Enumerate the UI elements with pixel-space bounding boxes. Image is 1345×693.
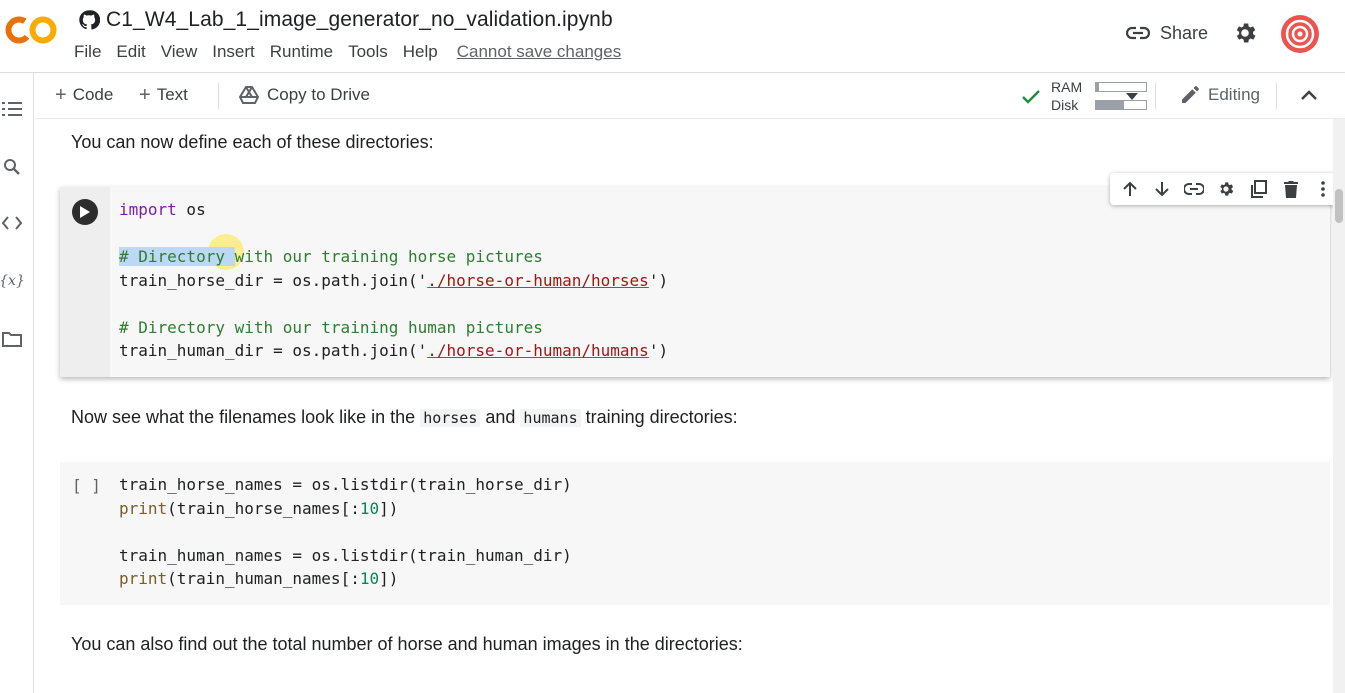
disk-usage-fill (1096, 101, 1124, 109)
copy-to-drive-label: Copy to Drive (267, 85, 370, 104)
cell-settings-gear-icon[interactable] (1215, 178, 1237, 200)
disk-usage-bar (1095, 100, 1147, 110)
settings-gear-icon[interactable] (1232, 20, 1258, 46)
left-sidebar: {x} (0, 73, 34, 693)
code-editor[interactable]: train_horse_names = os.listdir(train_hor… (119, 473, 572, 591)
code-cell-active[interactable]: import os ​ # Directory with our trainin… (60, 173, 1343, 377)
markdown-text: You can now define each of these directo… (71, 132, 434, 152)
markdown-text-part: and (480, 407, 521, 427)
menu-view[interactable]: View (161, 42, 198, 62)
editing-label: Editing (1208, 85, 1260, 104)
table-of-contents-icon[interactable] (0, 97, 24, 121)
code-function: print (119, 498, 168, 518)
move-cell-down-arrow-icon[interactable] (1151, 178, 1173, 200)
code-token: ]) (379, 498, 399, 518)
plus-icon: + (55, 84, 67, 106)
resources-dropdown-icon[interactable] (1126, 93, 1138, 101)
menu-edit[interactable]: Edit (116, 42, 145, 62)
copy-to-drive-button[interactable]: Copy to Drive (239, 85, 370, 105)
code-comment: with our training horse pictures (234, 247, 543, 266)
google-drive-icon (239, 86, 259, 104)
play-icon (80, 206, 90, 218)
code-token: os (176, 200, 206, 219)
disk-label: Disk (1051, 97, 1079, 113)
code-token: train_horse_dir = os.path.join(' (119, 270, 428, 290)
notebook-toolbar: + Code + Text Copy to Drive RAM Disk Edi… (35, 73, 1345, 119)
connected-check-icon (1022, 90, 1040, 104)
code-token: (train_human_names[: (167, 569, 360, 588)
inline-code: humans (520, 409, 581, 427)
github-icon[interactable] (78, 9, 100, 31)
code-token: (train_horse_names[: (167, 498, 360, 518)
inline-code: horses (420, 409, 481, 427)
plus-icon: + (139, 84, 151, 106)
markdown-text: You can also find out the total number o… (71, 634, 743, 654)
notebook-title[interactable]: C1_W4_Lab_1_image_generator_no_validatio… (106, 8, 613, 32)
code-token: train_horse_names = os.listdir(train_hor… (119, 475, 572, 494)
code-number: 10 (359, 569, 380, 588)
page-scrollbar[interactable] (1333, 119, 1345, 693)
collapse-header-chevron-up-icon[interactable] (1300, 89, 1318, 101)
ram-usage-fill (1096, 83, 1099, 91)
toolbar-divider (218, 83, 219, 109)
menu-insert[interactable]: Insert (212, 42, 255, 62)
code-number: 10 (359, 498, 380, 518)
markdown-text-part: training directories: (580, 407, 738, 427)
code-token: ]) (379, 569, 399, 588)
link-icon (1126, 26, 1150, 40)
notebook-content: You can now define each of these directo… (35, 119, 1343, 693)
mirror-cell-icon[interactable] (1248, 178, 1270, 200)
delete-cell-trash-icon[interactable] (1280, 178, 1302, 200)
files-folder-icon[interactable] (0, 327, 24, 351)
scrollbar-thumb[interactable] (1335, 189, 1343, 223)
add-code-label: Code (72, 85, 114, 104)
resource-monitor[interactable]: RAM Disk (1015, 77, 1165, 115)
add-code-cell-button[interactable]: + Code (55, 85, 113, 105)
code-token: train_human_names = os.listdir(train_hum… (119, 545, 572, 565)
colab-logo[interactable] (4, 14, 58, 46)
execution-count[interactable]: [ ] (72, 476, 101, 495)
menu-file[interactable]: File (74, 42, 101, 62)
code-string: ./horse-or-human/horses (427, 270, 649, 290)
markdown-text: Now see what the filenames look like in … (71, 407, 738, 428)
title-row: C1_W4_Lab_1_image_generator_no_validatio… (78, 6, 613, 34)
more-options-kebab-icon[interactable] (1312, 178, 1334, 200)
ram-label: RAM (1051, 79, 1083, 95)
code-token: ') (648, 270, 669, 290)
toolbar-divider (1276, 83, 1277, 109)
code-function: print (119, 569, 168, 588)
toolbar-divider (1155, 83, 1156, 109)
move-cell-up-arrow-icon[interactable] (1119, 178, 1141, 200)
code-comment-selected: # Directory (119, 247, 235, 266)
share-label: Share (1160, 22, 1209, 43)
markdown-text-part: Now see what the filenames look like in … (71, 407, 421, 427)
code-comment: # Directory with our training human pict… (119, 317, 543, 337)
link-to-cell-icon[interactable] (1183, 178, 1205, 200)
code-token: train_human_dir = os.path.join(' (119, 341, 428, 360)
save-status-link[interactable]: Cannot save changes (457, 42, 621, 62)
add-text-cell-button[interactable]: + Text (139, 85, 188, 105)
cell-toolbar (1110, 173, 1343, 205)
code-token: ') (648, 341, 669, 360)
code-editor[interactable]: import os ​ # Directory with our trainin… (119, 198, 668, 363)
menu-tools[interactable]: Tools (348, 42, 388, 62)
run-cell-button[interactable] (72, 199, 98, 225)
menu-help[interactable]: Help (403, 42, 438, 62)
app-header: C1_W4_Lab_1_image_generator_no_validatio… (0, 0, 1345, 72)
pencil-icon (1182, 86, 1199, 103)
editing-mode-button[interactable]: Editing (1180, 85, 1260, 105)
variables-icon[interactable]: {x} (0, 269, 25, 293)
ram-usage-bar (1095, 82, 1147, 92)
menu-bar: File Edit View Insert Runtime Tools Help… (74, 42, 636, 62)
code-string: ./horse-or-human/humans (427, 341, 649, 360)
search-icon[interactable] (0, 155, 24, 179)
code-snippets-icon[interactable] (0, 211, 24, 235)
add-text-label: Text (156, 85, 188, 104)
menu-runtime[interactable]: Runtime (270, 42, 333, 62)
code-cell[interactable]: [ ] train_horse_names = os.listdir(train… (60, 462, 1330, 605)
user-avatar[interactable] (1280, 14, 1320, 54)
code-token: import (119, 200, 177, 219)
share-button[interactable]: Share (1126, 20, 1208, 46)
